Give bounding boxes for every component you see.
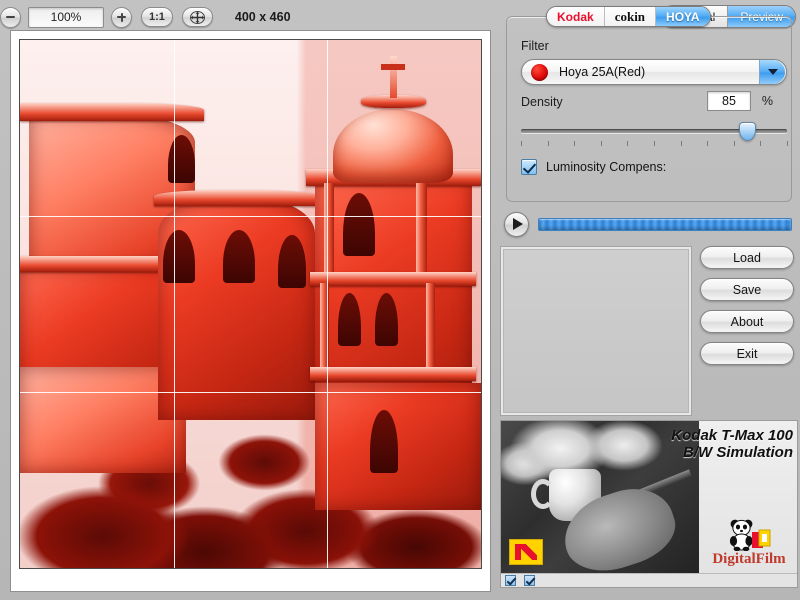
filter-color-swatch-icon [531,64,548,81]
tab-kodak[interactable]: Kodak [547,7,605,26]
render-progress-row [504,210,792,238]
photo-shape [381,64,405,70]
slider-tick [787,141,788,146]
image-viewer[interactable] [10,30,491,592]
tab-hoya[interactable]: HOYA [656,7,710,26]
zoom-out-button[interactable] [0,7,21,28]
play-icon [513,218,523,230]
photo-shape [315,383,481,510]
slider-tick [654,141,655,146]
ad-title-line2: B/W Simulation [607,444,793,461]
ad-title: Kodak T-Max 100 B/W Simulation [607,427,793,461]
application-window: 100% 1:1 400 x 460 Original Preview [0,0,800,600]
exit-button[interactable]: Exit [700,342,794,365]
kodak-logo-icon [509,539,543,565]
action-button-group: Load Save About Exit [700,246,794,365]
image-dimensions-label: 400 x 460 [235,10,291,24]
slider-tick [601,141,602,146]
slider-tick [707,141,708,146]
ad-bottom-strip [501,573,798,587]
photo-shape [426,283,435,367]
slider-tick [574,141,575,146]
slider-ticks [521,141,787,148]
density-slider[interactable] [521,121,787,151]
luminosity-checkbox[interactable] [521,159,537,175]
luminosity-compensation-row[interactable]: Luminosity Compens: [521,159,666,175]
photo-shape [416,183,426,273]
brand-tab-group[interactable]: Kodak cokin HOYA [546,6,711,27]
thumbnail-preview-panel[interactable] [500,246,692,416]
filter-label: Filter [521,39,549,53]
about-button[interactable]: About [700,310,794,333]
image-canvas[interactable] [19,39,482,569]
slider-tick [627,141,628,146]
zoom-in-button[interactable] [111,7,132,28]
slider-tick [734,141,735,146]
mini-check-icon[interactable] [505,575,516,586]
ad-brand-name: DigitalFilm [699,551,798,568]
slider-tick [681,141,682,146]
density-input[interactable]: 85 [707,91,751,111]
photo-spire [390,56,397,98]
advertisement-banner[interactable]: Kodak T-Max 100 B/W Simulation DigitalF [500,420,798,588]
photo-shape [320,283,329,367]
filter-dropdown[interactable]: Hoya 25A(Red) [521,59,787,85]
filter-settings-group: Filter Hoya 25A(Red) Density 85 % Lumino… [506,16,792,202]
fit-to-window-button[interactable] [182,7,213,27]
density-unit-label: % [762,94,773,108]
photo-shape [310,367,476,381]
fit-to-window-icon [190,11,205,24]
panda-logo-icon [729,517,771,551]
progress-bar [538,218,792,231]
ad-shape-handle [531,479,555,509]
tab-cokin[interactable]: cokin [605,7,656,26]
photo-shape [20,103,204,121]
photo-shape [154,190,320,206]
plus-circle-icon [117,13,126,22]
slider-thumb[interactable] [739,122,756,141]
control-panel: Kodak cokin HOYA Filter Hoya 25A(Red) De… [498,0,800,600]
photo-shape [324,183,334,273]
mini-check-icon[interactable] [524,575,535,586]
toolbar: 100% 1:1 400 x 460 [0,0,492,34]
density-label: Density [521,95,563,109]
chevron-down-icon[interactable] [759,60,785,84]
filter-selected-value: Hoya 25A(Red) [559,65,759,79]
ad-title-line1: Kodak T-Max 100 [607,427,793,444]
play-button[interactable] [504,212,529,237]
photo-shape [310,272,476,286]
actual-size-button[interactable]: 1:1 [141,7,173,27]
slider-tick [548,141,549,146]
photo-dome [333,109,453,183]
filtered-photograph [20,40,481,568]
zoom-level-input[interactable]: 100% [28,7,104,28]
save-button[interactable]: Save [700,278,794,301]
minus-circle-icon [6,16,15,18]
slider-tick [521,141,522,146]
luminosity-label: Luminosity Compens: [546,160,666,174]
load-button[interactable]: Load [700,246,794,269]
slider-tick [760,141,761,146]
